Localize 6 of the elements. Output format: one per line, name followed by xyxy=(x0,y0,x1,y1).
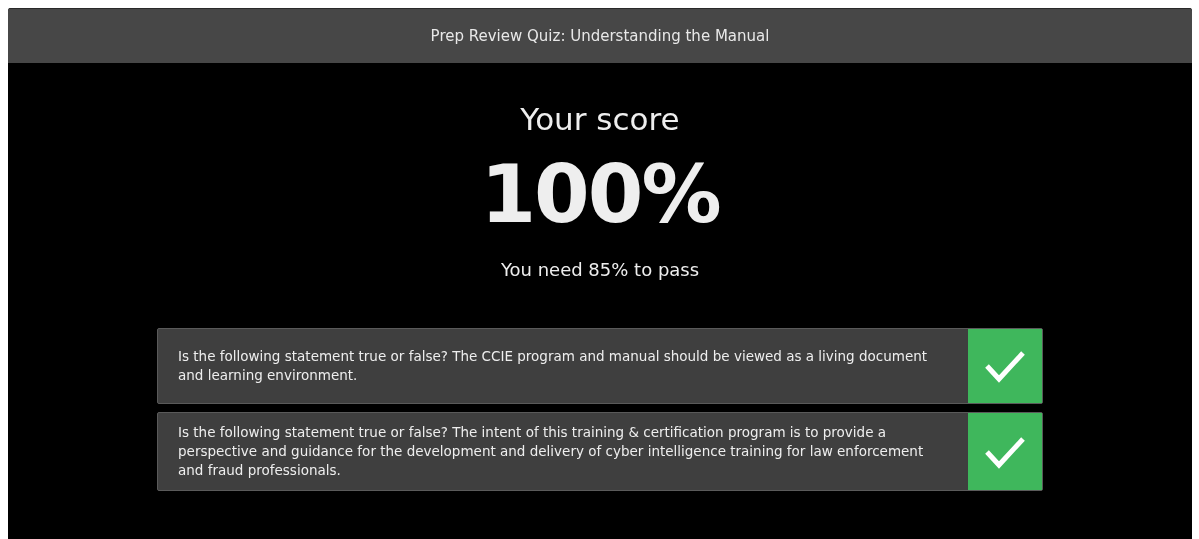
question-text: Is the following statement true or false? The CCIE program and manual should be viewed as a living document and learning environment. xyxy=(177,347,929,385)
score-value: 100% xyxy=(480,155,720,235)
window-title: Prep Review Quiz: Understanding the Manual xyxy=(430,27,770,45)
pass-requirement: You need 85% to pass xyxy=(500,259,700,280)
question-text: Is the following statement true or false? The intent of this training & certification program is to provide a perspective and guidance for the development and delivery of cyber intelligence training for law enforcement and fraud professionals. xyxy=(177,423,925,480)
score-heading: Your score xyxy=(520,101,680,137)
